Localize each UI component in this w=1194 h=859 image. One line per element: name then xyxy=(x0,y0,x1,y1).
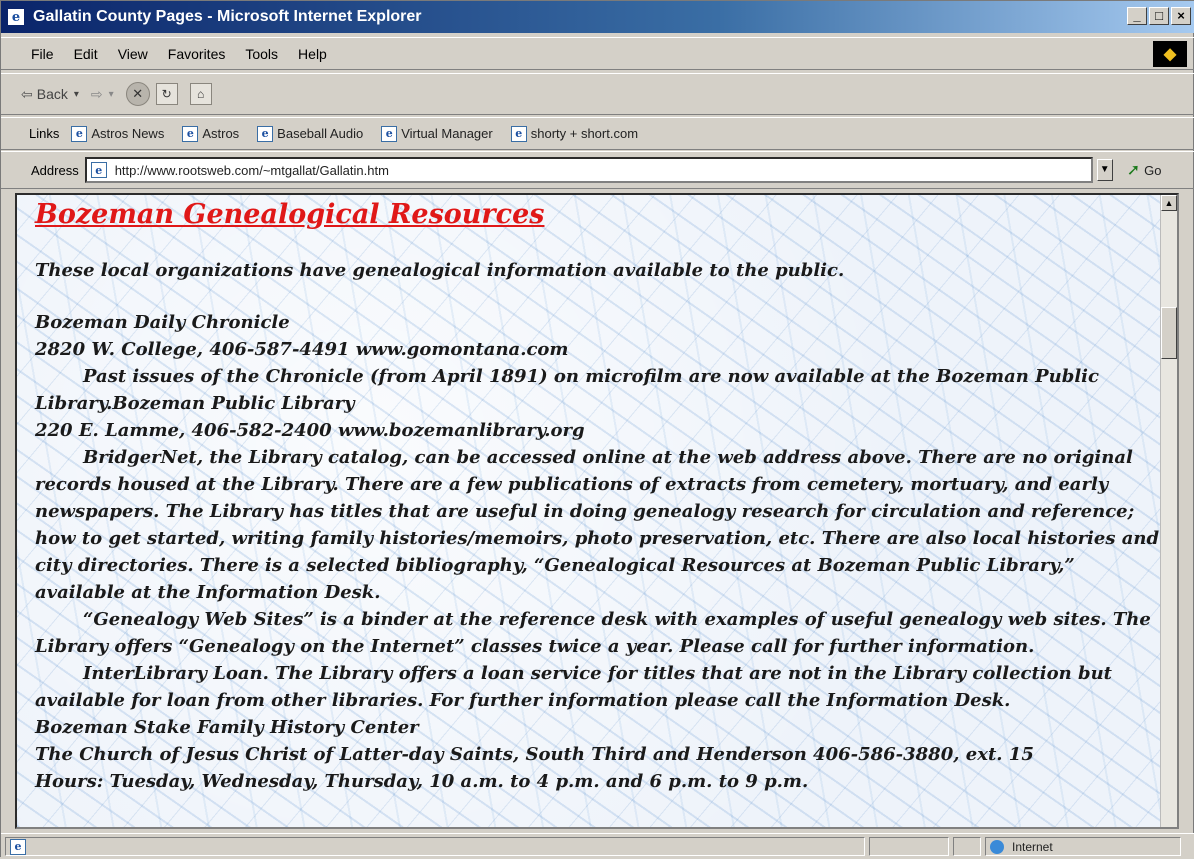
status-blank xyxy=(953,837,981,856)
link-astros-news[interactable]: e Astros News xyxy=(71,125,165,142)
ie-page-icon: e xyxy=(510,125,527,142)
refresh-icon[interactable]: ↻ xyxy=(155,83,178,105)
scroll-up-icon[interactable]: ▲ xyxy=(1161,195,1177,211)
address-input[interactable]: e http://www.rootsweb.com/~mtgallat/Gall… xyxy=(84,157,1093,183)
menu-favorites[interactable]: Favorites xyxy=(168,46,226,62)
menu-file[interactable]: File xyxy=(31,46,54,62)
address-label: Address xyxy=(31,162,79,178)
status-main: e xyxy=(5,837,865,856)
status-bar: e Internet xyxy=(1,833,1194,859)
link-label: Astros xyxy=(202,126,240,141)
back-arrow-icon: ⇦ xyxy=(21,85,33,102)
paragraph-web-sites: “Genealogy Web Sites” is a binder at the… xyxy=(35,609,1151,657)
vertical-scrollbar[interactable]: ▲ xyxy=(1160,195,1177,827)
line-library-address: 220 E. Lamme, 406-582-2400 www.bozemanli… xyxy=(35,420,585,441)
line-chronicle: Bozeman Daily Chronicle xyxy=(35,312,290,333)
page-viewport[interactable]: Bozeman Genealogical Resources These loc… xyxy=(15,193,1179,829)
forward-dropdown-icon[interactable]: ▾ xyxy=(109,89,114,100)
status-zone: Internet xyxy=(985,837,1181,856)
ie-page-icon: e xyxy=(257,125,274,142)
link-label: Baseball Audio xyxy=(277,126,364,141)
line-chronicle-address: 2820 W. College, 406-587-4491 www.gomont… xyxy=(35,339,569,360)
ie-page-icon: e xyxy=(71,125,88,142)
links-bar: Links e Astros News e Astros e Baseball … xyxy=(1,117,1194,150)
window-title: Gallatin County Pages - Microsoft Intern… xyxy=(33,8,422,25)
page-body: Bozeman Genealogical Resources These loc… xyxy=(35,195,1163,795)
zone-label: Internet xyxy=(1012,839,1053,854)
paragraph-bridgernet: BridgerNet, the Library catalog, can be … xyxy=(35,447,1160,603)
menu-help[interactable]: Help xyxy=(298,46,327,62)
links-label: Links xyxy=(29,126,60,141)
line-chronicle-note: Past issues of the Chronicle (from April… xyxy=(35,366,1099,414)
forward-button[interactable]: ⇨ ▾ xyxy=(91,86,114,103)
back-button[interactable]: ⇦ Back ▾ xyxy=(21,86,79,103)
address-bar: Address e http://www.rootsweb.com/~mtgal… xyxy=(1,151,1194,189)
go-button[interactable]: ➚ Go xyxy=(1127,160,1162,180)
ie-page-icon: e xyxy=(182,125,199,142)
line-church-address: The Church of Jesus Christ of Latter-day… xyxy=(35,744,1034,765)
link-label: shorty + short.com xyxy=(530,126,639,141)
menu-tools[interactable]: Tools xyxy=(245,46,278,62)
ie-app-icon: e xyxy=(7,8,25,26)
menu-bar: File Edit View Favorites Tools Help ◆ xyxy=(1,37,1194,70)
ie-throbber-logo-icon: ◆ xyxy=(1153,41,1187,67)
standard-toolbar: ⇦ Back ▾ ⇨ ▾ ✕ ↻ ⌂ xyxy=(1,73,1194,115)
link-baseball-audio[interactable]: e Baseball Audio xyxy=(257,125,364,142)
menu-edit[interactable]: Edit xyxy=(74,46,98,62)
link-astros[interactable]: e Astros xyxy=(182,125,240,142)
globe-icon xyxy=(990,839,1004,854)
menu-view[interactable]: View xyxy=(118,46,148,62)
maximize-button[interactable]: □ xyxy=(1149,7,1169,25)
page-heading: Bozeman Genealogical Resources xyxy=(35,199,545,230)
ie-page-icon: e xyxy=(90,162,107,178)
stop-icon[interactable]: ✕ xyxy=(125,82,150,106)
browser-window: e Gallatin County Pages - Microsoft Inte… xyxy=(0,0,1194,859)
window-controls: _ □ × xyxy=(1127,7,1191,25)
line-hours: Hours: Tuesday, Wednesday, Thursday, 10 … xyxy=(35,771,809,792)
link-label: Astros News xyxy=(91,126,165,141)
link-label: Virtual Manager xyxy=(401,126,493,141)
paragraph-interlibrary-loan: InterLibrary Loan. The Library offers a … xyxy=(35,663,1112,711)
back-dropdown-icon[interactable]: ▾ xyxy=(74,89,79,100)
go-arrow-icon: ➚ xyxy=(1126,162,1141,179)
back-label: Back xyxy=(36,86,68,102)
intro-text: These local organizations have genealogi… xyxy=(35,260,845,281)
link-virtual-manager[interactable]: e Virtual Manager xyxy=(381,125,493,142)
ie-page-icon: e xyxy=(381,125,398,142)
address-url: http://www.rootsweb.com/~mtgallat/Gallat… xyxy=(114,162,389,178)
go-label: Go xyxy=(1144,162,1162,178)
address-dropdown-icon[interactable]: ▼ xyxy=(1096,159,1113,181)
link-shorty-short[interactable]: e shorty + short.com xyxy=(510,125,639,142)
home-icon[interactable]: ⌂ xyxy=(189,83,212,105)
minimize-button[interactable]: _ xyxy=(1127,7,1147,25)
title-bar[interactable]: e Gallatin County Pages - Microsoft Inte… xyxy=(1,1,1194,33)
scroll-thumb[interactable] xyxy=(1161,307,1177,359)
ie-page-icon: e xyxy=(10,838,26,855)
close-button[interactable]: × xyxy=(1171,7,1191,25)
line-family-history-center: Bozeman Stake Family History Center xyxy=(35,717,419,738)
forward-arrow-icon: ⇨ xyxy=(90,85,103,102)
status-blank xyxy=(869,837,949,856)
